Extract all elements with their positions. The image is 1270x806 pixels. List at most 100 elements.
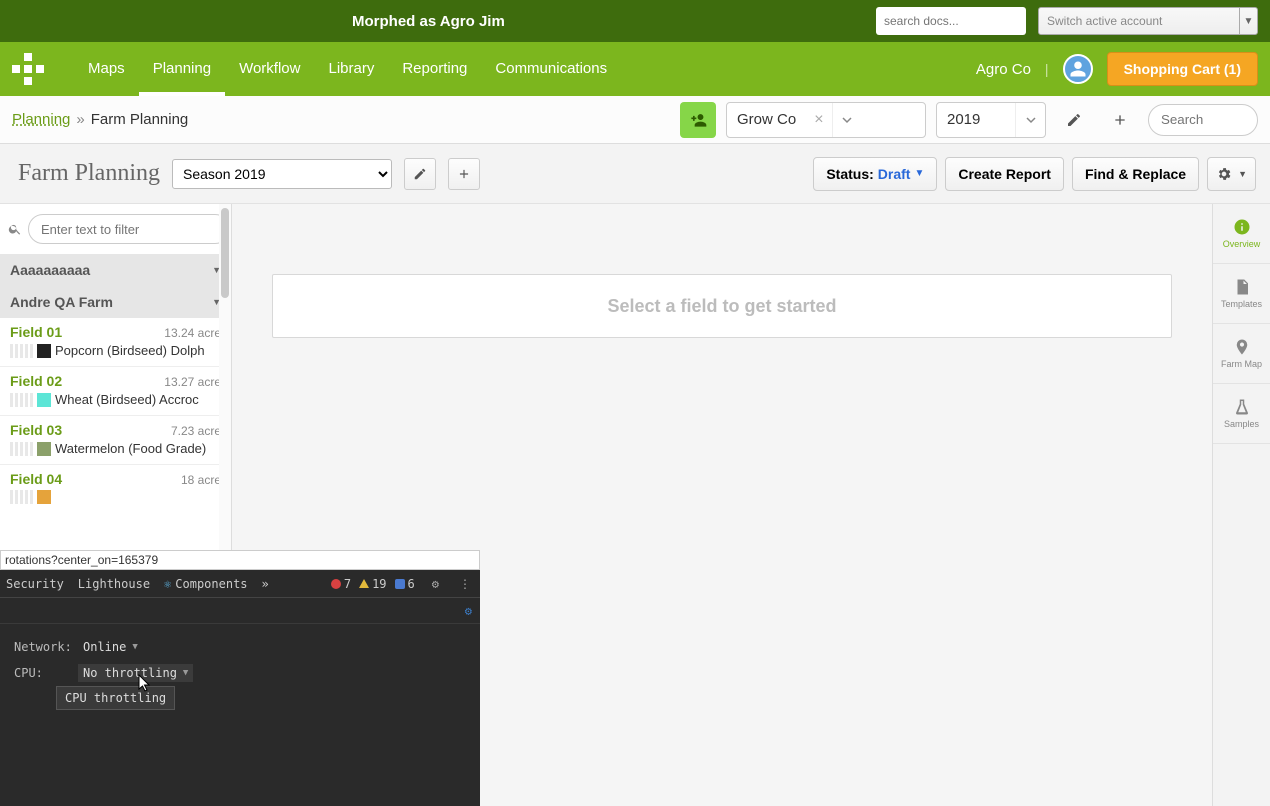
field-acre: 13.24 acre — [164, 326, 221, 340]
year-select[interactable]: 2019 — [936, 102, 1046, 138]
caret-down-icon: ▼ — [914, 168, 924, 179]
rotation-bars-icon — [10, 442, 33, 456]
nav-item-communications[interactable]: Communications — [481, 42, 621, 96]
grower-value: Grow Co — [727, 111, 806, 128]
clear-grower-icon[interactable]: × — [806, 111, 831, 129]
group-label: Aaaaaaaaaa — [10, 262, 90, 278]
find-replace-button[interactable]: Find & Replace — [1072, 157, 1199, 191]
account-name[interactable]: Agro Co — [976, 61, 1031, 78]
context-search-input[interactable] — [1148, 104, 1258, 136]
devtools-panel: rotations?center_on=165379 Security Ligh… — [0, 550, 480, 806]
rotation-bars-icon — [10, 393, 33, 407]
nav-item-workflow[interactable]: Workflow — [225, 42, 314, 96]
nav-item-reporting[interactable]: Reporting — [388, 42, 481, 96]
separator: | — [1045, 61, 1049, 77]
devtools-subpanel-gear-icon[interactable]: ⚙ — [465, 604, 472, 618]
field-name: Field 01 — [10, 324, 62, 340]
scrollbar-thumb[interactable] — [221, 208, 229, 298]
field-name: Field 03 — [10, 422, 62, 438]
breadcrumb-leaf: Farm Planning — [91, 111, 189, 128]
network-throttle-select[interactable]: Online▼ — [78, 638, 143, 656]
add-context-button[interactable] — [1102, 102, 1138, 138]
rail-label: Farm Map — [1221, 359, 1262, 369]
crop-swatch — [37, 442, 51, 456]
rail-label: Templates — [1221, 299, 1262, 309]
chevron-down-icon[interactable] — [1015, 103, 1045, 137]
cpu-throttle-select[interactable]: No throttling▼ — [78, 664, 193, 682]
mouse-cursor-icon — [138, 674, 152, 696]
devtools-tab-components[interactable]: ⚛ Components — [164, 577, 247, 591]
caret-down-icon: ▼ — [132, 642, 137, 652]
edit-context-button[interactable] — [1056, 102, 1092, 138]
right-rail: Overview Templates Farm Map Samples — [1212, 204, 1270, 806]
nav-item-library[interactable]: Library — [314, 42, 388, 96]
rail-label: Overview — [1223, 239, 1261, 249]
crop-name: Wheat (Birdseed) Accroc — [55, 392, 199, 407]
rotation-bars-icon — [10, 344, 33, 358]
status-value: Draft — [878, 166, 911, 182]
app-logo-icon[interactable] — [12, 53, 44, 85]
nav-item-planning[interactable]: Planning — [139, 42, 225, 96]
search-docs-input[interactable] — [876, 7, 1026, 35]
nav-item-maps[interactable]: Maps — [74, 42, 139, 96]
group-andre[interactable]: Andre QA Farm ▼ — [0, 286, 231, 318]
crop-swatch — [37, 344, 51, 358]
edit-season-button[interactable] — [404, 158, 436, 190]
switch-account-dropdown[interactable]: Switch active account ▼ — [1038, 7, 1258, 35]
crop-swatch — [37, 393, 51, 407]
morph-title: Morphed as Agro Jim — [352, 13, 505, 30]
rail-farm-map[interactable]: Farm Map — [1213, 324, 1270, 384]
field-name: Field 04 — [10, 471, 62, 487]
chevron-down-icon[interactable] — [832, 103, 862, 137]
field-acre: 13.27 acre — [164, 375, 221, 389]
field-acre: 18 acre — [181, 473, 221, 487]
field-name: Field 02 — [10, 373, 62, 389]
info-count: 6 — [395, 577, 415, 591]
devtools-gear-icon[interactable]: ⚙ — [429, 577, 442, 591]
search-icon — [8, 222, 22, 236]
error-count: 7 — [331, 577, 351, 591]
breadcrumb-root[interactable]: Planning — [12, 111, 70, 128]
devtools-tab-security[interactable]: Security — [6, 577, 64, 591]
season-select[interactable]: Season 2019 — [172, 159, 392, 189]
crop-name: Watermelon (Food Grade) — [55, 441, 206, 456]
settings-gear-button[interactable]: ▼ — [1207, 157, 1256, 191]
devtools-tab-lighthouse[interactable]: Lighthouse — [78, 577, 150, 591]
cpu-throttle-tooltip: CPU throttling — [56, 686, 175, 710]
devtools-tabs-more-icon[interactable]: » — [262, 577, 269, 591]
grower-select[interactable]: Grow Co × — [726, 102, 926, 138]
chevron-down-icon: ▼ — [1239, 8, 1257, 34]
field-acre: 7.23 acre — [171, 424, 221, 438]
morph-bar: Morphed as Agro Jim Switch active accoun… — [0, 0, 1270, 42]
field-item[interactable]: Field 02 13.27 acre Wheat (Birdseed) Accr… — [0, 367, 231, 416]
warning-count: 19 — [359, 577, 386, 591]
field-item[interactable]: Field 04 18 acre — [0, 465, 231, 512]
breadcrumb-separator: » — [76, 111, 84, 128]
create-report-button[interactable]: Create Report — [945, 157, 1064, 191]
add-season-button[interactable] — [448, 158, 480, 190]
devtools-counters[interactable]: 7 19 6 — [331, 577, 415, 591]
context-bar: Planning » Farm Planning Grow Co × 2019 — [0, 96, 1270, 144]
devtools-url-fragment: rotations?center_on=165379 — [0, 550, 480, 570]
crop-name: Popcorn (Birdseed) Dolph — [55, 343, 205, 358]
cpu-label: CPU: — [14, 666, 70, 680]
page-title: Farm Planning — [18, 160, 160, 187]
crop-swatch — [37, 490, 51, 504]
field-item[interactable]: Field 03 7.23 acre Watermelon (Food Grade… — [0, 416, 231, 465]
field-item[interactable]: Field 01 13.24 acre Popcorn (Birdseed) Do… — [0, 318, 231, 367]
rail-templates[interactable]: Templates — [1213, 264, 1270, 324]
nav-items: Maps Planning Workflow Library Reporting… — [74, 42, 621, 96]
filter-input[interactable] — [28, 214, 230, 244]
status-button[interactable]: Status: Draft ▼ — [813, 157, 937, 191]
breadcrumb: Planning » Farm Planning — [12, 111, 188, 128]
group-aaaa[interactable]: Aaaaaaaaaa ▼ — [0, 254, 231, 286]
user-avatar-icon[interactable] — [1063, 54, 1093, 84]
devtools-more-icon[interactable]: ⋮ — [456, 577, 474, 591]
switch-account-label: Switch active account — [1039, 14, 1239, 28]
rail-overview[interactable]: Overview — [1213, 204, 1270, 264]
rail-samples[interactable]: Samples — [1213, 384, 1270, 444]
page-header: Farm Planning Season 2019 Status: Draft … — [0, 144, 1270, 204]
group-add-button[interactable] — [680, 102, 716, 138]
shopping-cart-button[interactable]: Shopping Cart (1) — [1107, 52, 1258, 86]
caret-down-icon: ▼ — [183, 668, 188, 678]
